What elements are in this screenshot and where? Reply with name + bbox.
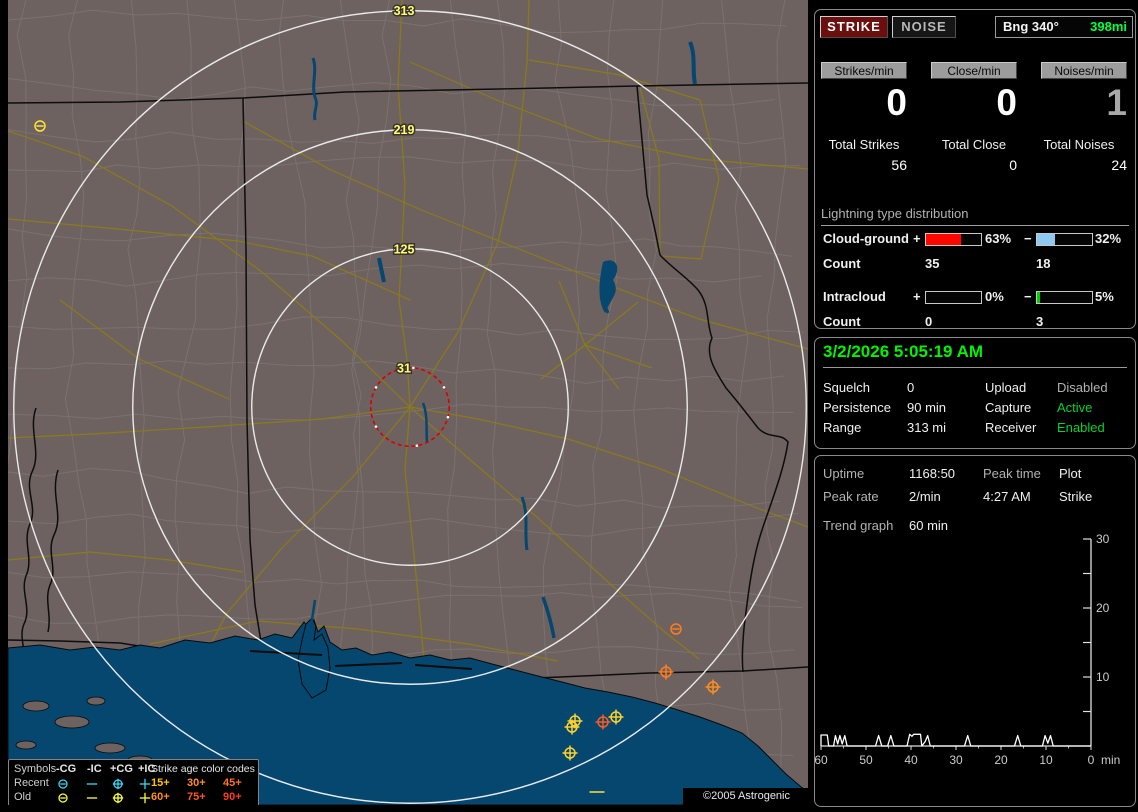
legend-recent-nic-icon	[85, 778, 100, 790]
total-strikes-value: 56	[891, 157, 907, 173]
legend-age-75: 75+	[187, 791, 206, 803]
close-per-min-value: 0	[996, 82, 1017, 123]
legend-row-old: Old	[14, 791, 32, 803]
trend-trace	[820, 733, 1091, 747]
copyright: ©2005 Astrogenic Systems	[683, 788, 808, 805]
cg-minus-sign: −	[1024, 231, 1032, 246]
upload-status: Disabled	[1057, 380, 1108, 395]
legend-row-recent: Recent	[14, 777, 49, 789]
total-noises-label: Total Noises	[1043, 137, 1115, 152]
svg-text:30: 30	[949, 753, 963, 767]
bearing-value: Bng 340°	[1003, 19, 1059, 34]
legend-old-ncg-icon	[56, 792, 71, 804]
legend-symbols-header: Symbols	[14, 763, 57, 775]
svg-text:30: 30	[1096, 532, 1110, 546]
svg-text:20: 20	[1096, 601, 1110, 615]
svg-text:10: 10	[1039, 753, 1053, 767]
close-per-min-chip: Close/min	[931, 62, 1017, 79]
stats-panel: STRIKE NOISE Bng 340° 398mi Strikes/min …	[814, 9, 1136, 329]
cg-minus-bar	[1036, 233, 1093, 246]
legend-age-60: 60+	[151, 791, 170, 803]
receiver-label: Receiver	[985, 420, 1037, 435]
legend-recent-ncg-icon	[56, 778, 71, 790]
legend-recent-pcg-icon	[111, 778, 126, 790]
persistence-value: 90 min	[907, 400, 947, 415]
noises-per-min-chip: Noises/min	[1041, 62, 1127, 79]
trend-panel: Uptime 1168:50 Peak time Plot Peak rate …	[814, 455, 1136, 807]
ic-count-label: Count	[823, 314, 861, 329]
svg-text:50: 50	[859, 753, 873, 767]
cg-plus-sign: +	[913, 231, 921, 246]
bearing-distance: 398mi	[1090, 19, 1127, 34]
strikes-per-min-chip: Strikes/min	[821, 62, 907, 79]
intracloud-label: Intracloud	[823, 289, 886, 304]
distribution-title: Lightning type distribution	[821, 206, 1129, 226]
ic-minus-sign: −	[1024, 289, 1032, 304]
range-value: 313 mi	[907, 420, 947, 435]
legend-age-15: 15+	[151, 777, 170, 789]
svg-text:10: 10	[1096, 670, 1110, 684]
squelch-label: Squelch	[823, 380, 870, 395]
cloud-ground-label: Cloud-ground	[823, 231, 909, 246]
strike-button[interactable]: STRIKE	[820, 16, 888, 38]
legend-age-header: Strike age color codes	[151, 763, 255, 775]
svg-text:20: 20	[994, 753, 1008, 767]
ic-minus-bar	[1036, 291, 1093, 304]
svg-text:min: min	[1101, 753, 1120, 767]
ic-plus-count: 0	[925, 314, 933, 329]
ic-plus-pct: 0%	[985, 289, 1004, 304]
persistence-label: Persistence	[823, 400, 891, 415]
cg-plus-pct: 63%	[985, 231, 1012, 246]
legend-age-90: 90+	[223, 791, 242, 803]
svg-text:40: 40	[904, 753, 918, 767]
lightning-map[interactable]: 313 219 125 31 Symbols -CG -IC +CG +IC Stri…	[8, 0, 808, 805]
range-ring-label: 31	[397, 361, 411, 375]
svg-text:60: 60	[815, 753, 828, 767]
svg-text:0: 0	[1088, 753, 1095, 767]
total-close-value: 0	[1009, 157, 1017, 173]
trend-graph: 30 20 10 60 50 40 30 20 10 0 min	[815, 532, 1120, 767]
total-close-label: Total Close	[941, 137, 1007, 152]
upload-label: Upload	[985, 380, 1027, 395]
legend-col-pcg: +CG	[110, 763, 133, 775]
cg-plus-bar	[925, 233, 982, 246]
legend-col-ncg: -CG	[56, 763, 77, 775]
cg-count-label: Count	[823, 256, 861, 271]
bearing-display: Bng 340° 398mi	[995, 16, 1133, 38]
status-panel: 3/2/2026 5:05:19 AM Squelch 0 Upload Dis…	[814, 337, 1136, 449]
capture-label: Capture	[985, 400, 1032, 415]
squelch-value: 0	[907, 380, 915, 395]
ic-plus-sign: +	[913, 289, 921, 304]
total-noises-value: 24	[1111, 157, 1127, 173]
noise-button[interactable]: NOISE	[892, 16, 956, 38]
legend-age-45: 45+	[223, 777, 242, 789]
capture-status: Active	[1057, 400, 1093, 415]
legend-old-nic-icon	[85, 792, 100, 804]
ic-minus-pct: 5%	[1095, 289, 1114, 304]
datetime-display: 3/2/2026 5:05:19 AM	[823, 342, 1127, 368]
noises-per-min-value: 1	[1106, 82, 1127, 123]
range-label: Range	[823, 420, 862, 435]
cg-minus-pct: 32%	[1095, 231, 1122, 246]
receiver-status: Enabled	[1057, 420, 1105, 435]
legend-old-pcg-icon	[111, 792, 126, 804]
total-strikes-label: Total Strikes	[828, 137, 900, 152]
legend-col-nic: -IC	[87, 763, 102, 775]
ic-minus-count: 3	[1036, 314, 1044, 329]
map-legend: Symbols -CG -IC +CG +IC Strike age color…	[8, 759, 259, 805]
range-ring-label: 219	[394, 123, 415, 137]
cg-minus-count: 18	[1036, 256, 1051, 271]
nexstorm-window: 313 219 125 31 Symbols -CG -IC +CG +IC Stri…	[0, 0, 1138, 812]
range-ring-label: 313	[394, 4, 415, 18]
map-canvas[interactable]: 313 219 125 31	[8, 0, 808, 805]
legend-age-30: 30+	[187, 777, 206, 789]
range-ring-label: 125	[394, 242, 415, 256]
strikes-per-min-value: 0	[886, 82, 907, 123]
ic-plus-bar	[925, 291, 982, 304]
cg-plus-count: 35	[925, 256, 940, 271]
